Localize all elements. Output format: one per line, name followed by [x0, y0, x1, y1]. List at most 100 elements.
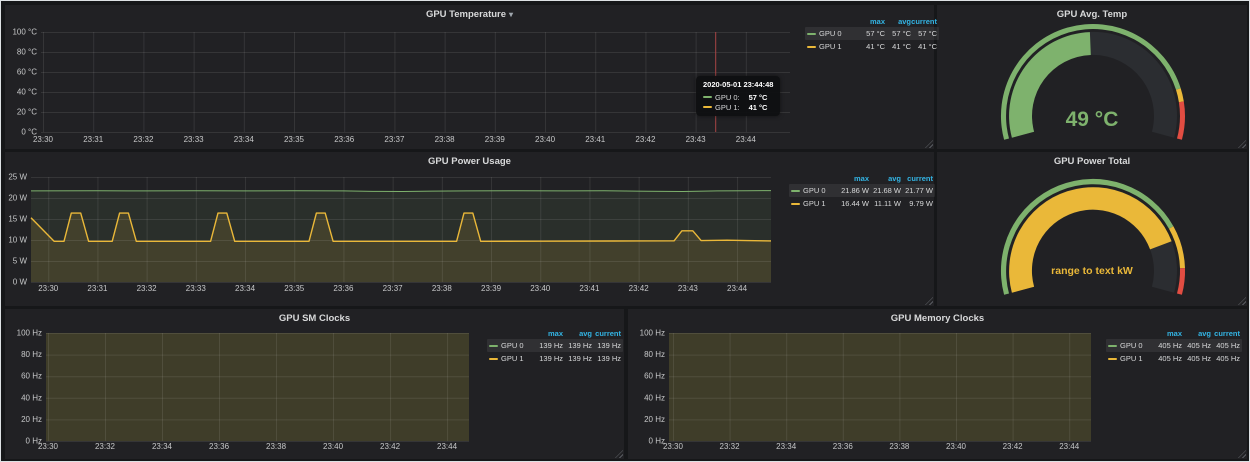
- svg-text:23:34: 23:34: [234, 135, 255, 144]
- legend-value: 9.79 W: [901, 199, 933, 208]
- panel-title-gpu-memory-clocks[interactable]: GPU Memory Clocks: [628, 309, 1247, 329]
- series-color-swatch: [1108, 345, 1117, 347]
- legend-value: 21.68 W: [869, 186, 901, 195]
- legend-row-gpu-1: GPU 1139 Hz139 Hz139 Hz: [487, 352, 623, 365]
- panel-title-gpu-sm-clocks[interactable]: GPU SM Clocks: [5, 309, 624, 329]
- svg-text:23:39: 23:39: [485, 135, 506, 144]
- svg-text:23:36: 23:36: [833, 442, 854, 451]
- svg-text:0 W: 0 W: [13, 278, 28, 287]
- x-axis-labels: 23:3023:3123:3223:3323:3423:3523:3623:37…: [33, 135, 756, 144]
- panel-title-gpu-power-usage[interactable]: GPU Power Usage: [5, 152, 934, 172]
- svg-text:23:32: 23:32: [133, 135, 154, 144]
- panel-title-gpu-avg-temp[interactable]: GPU Avg. Temp: [937, 5, 1247, 25]
- gauge-threshold-yellow: [1176, 88, 1184, 102]
- svg-text:20 Hz: 20 Hz: [644, 415, 665, 424]
- svg-text:23:40: 23:40: [535, 135, 556, 144]
- series-color-swatch: [703, 96, 712, 98]
- svg-text:23:36: 23:36: [333, 284, 354, 293]
- x-axis-labels: 23:3023:3223:3423:3623:3823:4023:4223:44: [663, 442, 1080, 451]
- svg-text:23:38: 23:38: [432, 284, 453, 293]
- legend-row-gpu-1: GPU 141 °C41 °C41 °C: [805, 40, 939, 53]
- svg-text:80 Hz: 80 Hz: [644, 350, 665, 359]
- legend-sort-max[interactable]: max: [534, 329, 563, 338]
- tooltip-timestamp: 2020-05-01 23:44:48: [703, 80, 773, 89]
- legend-series-toggle-gpu-0[interactable]: GPU 0: [1108, 341, 1153, 350]
- legend-sort-avg[interactable]: avg: [563, 329, 592, 338]
- svg-text:20 W: 20 W: [8, 194, 27, 203]
- svg-text:23:38: 23:38: [889, 442, 910, 451]
- legend-value: 21.77 W: [901, 186, 933, 195]
- svg-text:60 Hz: 60 Hz: [644, 372, 665, 381]
- sm-clocks-legend: maxavgcurrentGPU 0139 Hz139 Hz139 HzGPU …: [487, 328, 623, 365]
- legend-series-toggle-gpu-0[interactable]: GPU 0: [807, 29, 859, 38]
- svg-text:23:33: 23:33: [184, 135, 205, 144]
- legend-row-gpu-0: GPU 0139 Hz139 Hz139 Hz: [487, 339, 623, 352]
- legend-sort-current[interactable]: current: [592, 329, 621, 338]
- svg-text:23:40: 23:40: [530, 284, 551, 293]
- svg-text:23:38: 23:38: [435, 135, 456, 144]
- legend-sort-current[interactable]: current: [1211, 329, 1240, 338]
- svg-text:23:42: 23:42: [635, 135, 656, 144]
- svg-text:80 Hz: 80 Hz: [21, 350, 42, 359]
- series-color-swatch: [791, 203, 800, 205]
- legend-sort-avg[interactable]: avg: [1182, 329, 1211, 338]
- svg-text:23:36: 23:36: [334, 135, 355, 144]
- temperature-chart-canvas[interactable]: 0 °C20 °C40 °C60 °C80 °C100 °C23:3023:31…: [5, 5, 934, 149]
- panel-title-gpu-power-total[interactable]: GPU Power Total: [937, 152, 1247, 172]
- panel-title-text: GPU Temperature: [426, 9, 506, 20]
- legend-value: 405 Hz: [1182, 341, 1211, 350]
- svg-text:20 Hz: 20 Hz: [21, 415, 42, 424]
- y-axis-labels: 0 °C20 °C40 °C60 °C80 °C100 °C: [12, 28, 37, 137]
- legend-value: 405 Hz: [1211, 341, 1240, 350]
- series-color-swatch: [791, 190, 800, 192]
- panel-title-text: GPU Power Total: [1054, 156, 1130, 167]
- legend-sort-max[interactable]: max: [837, 174, 869, 183]
- svg-text:23:42: 23:42: [380, 442, 401, 451]
- svg-text:23:32: 23:32: [720, 442, 741, 451]
- legend-series-toggle-gpu-1[interactable]: GPU 1: [807, 42, 859, 51]
- panel-gpu-memory-clocks: GPU Memory Clocks 0 Hz20 Hz40 Hz60 Hz80 …: [628, 309, 1247, 459]
- panel-title-gpu-temperature[interactable]: GPU Temperature▾: [5, 5, 934, 25]
- legend-header-row: maxavgcurrent: [789, 173, 935, 184]
- y-axis-labels: 0 Hz20 Hz40 Hz60 Hz80 Hz100 Hz: [17, 329, 42, 446]
- svg-text:100 Hz: 100 Hz: [640, 329, 665, 338]
- legend-sort-current[interactable]: current: [901, 174, 933, 183]
- panel-title-text: GPU Power Usage: [428, 156, 511, 167]
- legend-series-toggle-gpu-1[interactable]: GPU 1: [489, 354, 534, 363]
- svg-text:23:30: 23:30: [663, 442, 684, 451]
- svg-text:5 W: 5 W: [13, 257, 28, 266]
- legend-series-toggle-gpu-1[interactable]: GPU 1: [1108, 354, 1153, 363]
- svg-text:23:31: 23:31: [87, 284, 108, 293]
- tooltip-series-value: 57 °C: [749, 93, 768, 102]
- svg-text:23:35: 23:35: [284, 284, 305, 293]
- legend-header-row: maxavgcurrent: [1106, 328, 1242, 339]
- power-total-gauge: [937, 152, 1247, 306]
- panel-gpu-temperature: GPU Temperature▾ 0 °C20 °C40 °C60 °C80 °…: [5, 5, 934, 149]
- series-color-swatch: [807, 46, 816, 48]
- panel-gpu-power-total: GPU Power Total range to text kW: [937, 152, 1247, 306]
- legend-value: 405 Hz: [1153, 354, 1182, 363]
- svg-text:40 Hz: 40 Hz: [21, 393, 42, 402]
- gauge-value-power-total: range to text kW: [937, 265, 1247, 277]
- legend-sort-max[interactable]: max: [1153, 329, 1182, 338]
- legend-series-toggle-gpu-0[interactable]: GPU 0: [791, 186, 837, 195]
- legend-value: 139 Hz: [534, 341, 563, 350]
- svg-text:23:40: 23:40: [946, 442, 967, 451]
- memory-clocks-legend: maxavgcurrentGPU 0405 Hz405 Hz405 HzGPU …: [1106, 328, 1242, 365]
- legend-sort-avg[interactable]: avg: [869, 174, 901, 183]
- legend-value: 139 Hz: [563, 341, 592, 350]
- chart-tooltip: 2020-05-01 23:44:48 GPU 0:57 °CGPU 1:41 …: [696, 76, 780, 116]
- svg-text:23:30: 23:30: [33, 135, 54, 144]
- legend-row-gpu-1: GPU 116.44 W11.11 W9.79 W: [789, 197, 935, 210]
- svg-text:23:41: 23:41: [579, 284, 600, 293]
- svg-text:23:42: 23:42: [629, 284, 650, 293]
- x-axis-labels: 23:3023:3123:3223:3323:3423:3523:3623:37…: [38, 284, 747, 293]
- legend-value: 139 Hz: [592, 354, 621, 363]
- legend-series-toggle-gpu-1[interactable]: GPU 1: [791, 199, 837, 208]
- svg-text:23:30: 23:30: [38, 284, 59, 293]
- svg-text:23:37: 23:37: [384, 135, 405, 144]
- legend-value: 11.11 W: [869, 199, 901, 208]
- svg-text:23:36: 23:36: [209, 442, 230, 451]
- legend-series-toggle-gpu-0[interactable]: GPU 0: [489, 341, 534, 350]
- svg-text:15 W: 15 W: [8, 215, 27, 224]
